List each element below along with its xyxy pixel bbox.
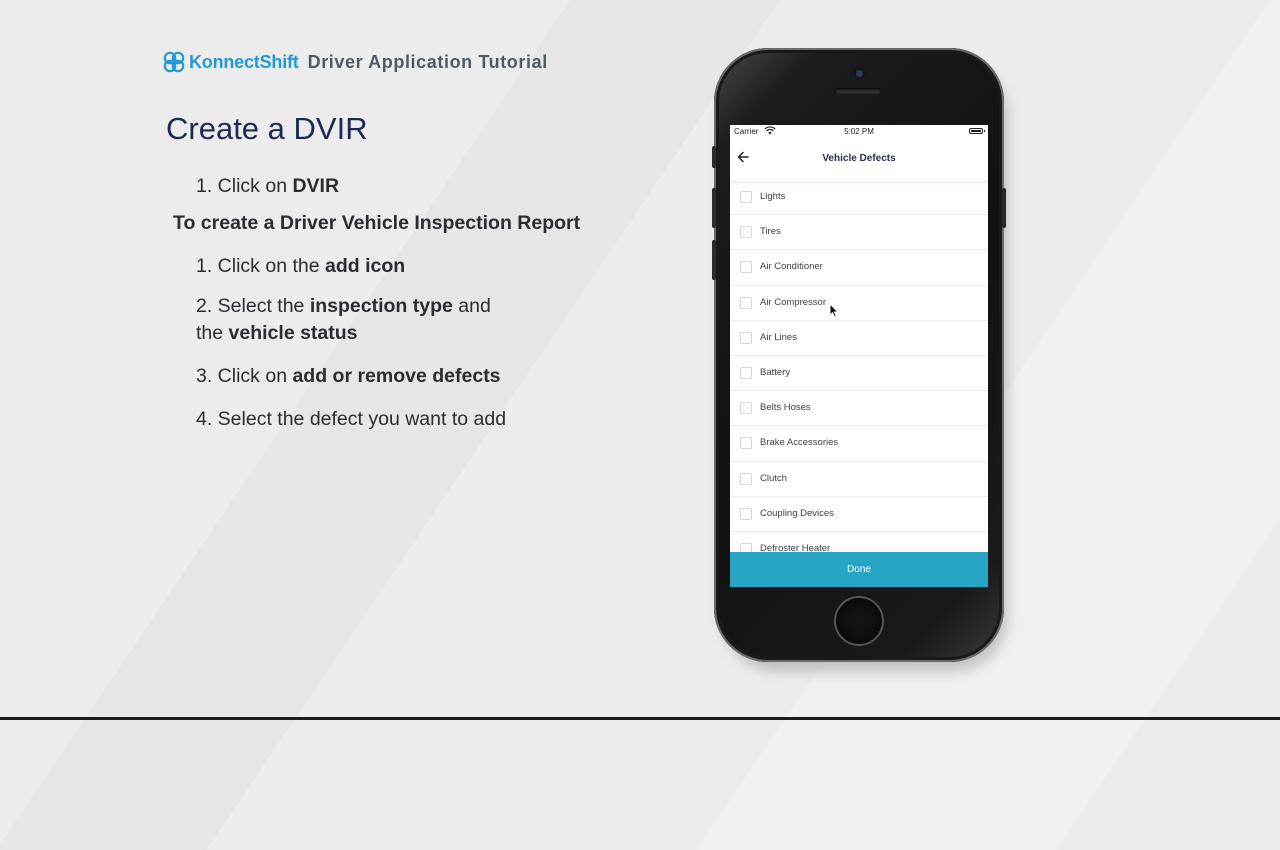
defect-checkbox[interactable] <box>740 507 752 520</box>
section-subheading: To create a Driver Vehicle Inspection Re… <box>173 212 581 234</box>
brand-subtitle: Driver Application Tutorial <box>307 51 548 72</box>
nav-title: Vehicle Defects <box>822 153 896 164</box>
defect-label: Belts Hoses <box>760 402 811 414</box>
home-button[interactable] <box>834 596 884 646</box>
defect-label: Air Compressor <box>760 296 826 308</box>
defect-label: Tires <box>760 226 781 238</box>
defect-item-air-conditioner[interactable]: Air Conditioner <box>730 250 988 286</box>
status-bar: Carrier 5:02 PM <box>730 125 988 137</box>
defect-item-air-lines[interactable]: Air Lines <box>730 321 988 356</box>
defect-item-battery[interactable]: Battery <box>730 356 988 392</box>
instruction-step-3: 3. Click on add or remove defects <box>196 365 501 387</box>
power-button <box>1002 188 1006 228</box>
defect-item-coupling-devices[interactable]: Coupling Devices <box>730 497 988 532</box>
defect-label: Brake Accessories <box>760 437 839 449</box>
defect-item-belts-hoses[interactable]: Belts Hoses <box>730 391 988 427</box>
defect-item-clutch[interactable]: Clutch <box>730 462 988 497</box>
defect-item-tires[interactable]: Tires <box>730 215 988 251</box>
defect-checkbox[interactable] <box>740 226 752 239</box>
nav-bar: Vehicle Defects <box>730 137 988 181</box>
defect-checkbox[interactable] <box>740 261 752 274</box>
defect-checkbox[interactable] <box>740 191 752 203</box>
front-camera <box>856 70 863 77</box>
defect-checkbox[interactable] <box>740 472 752 485</box>
defect-checkbox[interactable] <box>740 296 752 309</box>
defects-list: Lights Tires Air Conditioner Air Compres… <box>730 180 988 568</box>
defect-item-air-compressor[interactable]: Air Compressor <box>730 286 988 321</box>
defect-label: Coupling Devices <box>760 507 834 519</box>
defect-checkbox[interactable] <box>740 437 752 450</box>
defect-label: Air Lines <box>760 331 797 343</box>
defect-label: Battery <box>760 366 791 378</box>
phone-screen: Carrier 5:02 PM Vehicle Defects Lights T… <box>730 125 988 587</box>
mouse-cursor-icon <box>829 303 839 318</box>
battery-icon <box>969 128 985 134</box>
instruction-step-2: 2. Select the inspection type and the ve… <box>196 295 491 344</box>
status-time: 5:02 PM <box>844 127 874 136</box>
defect-label: Clutch <box>760 472 787 484</box>
earpiece-speaker <box>835 88 881 94</box>
volume-up-button <box>712 188 716 228</box>
brand-name: KonnectShift <box>189 51 299 72</box>
volume-down-button <box>712 240 716 280</box>
instruction-step-1: 1. Click on the add icon <box>196 255 406 277</box>
defect-checkbox[interactable] <box>740 402 752 415</box>
defect-item-brake-accessories[interactable]: Brake Accessories <box>730 426 988 462</box>
page-title: Create a DVIR <box>166 111 368 146</box>
defect-item-lights[interactable]: Lights <box>730 180 988 216</box>
done-button[interactable]: Done <box>730 552 988 587</box>
konnectshift-logo-icon <box>163 51 185 73</box>
defect-label: Lights <box>760 191 786 202</box>
mute-switch <box>712 146 716 168</box>
defect-checkbox[interactable] <box>740 331 752 344</box>
instruction-step-4: 4. Select the defect you want to add <box>196 408 507 430</box>
defect-checkbox[interactable] <box>740 366 752 379</box>
defect-label: Air Conditioner <box>760 261 823 273</box>
instruction-step-dvir: 1. Click on DVIR <box>196 175 340 197</box>
phone-device: Carrier 5:02 PM Vehicle Defects Lights T… <box>712 48 1006 662</box>
brand-header: KonnectShift Driver Application Tutorial <box>162 50 548 74</box>
